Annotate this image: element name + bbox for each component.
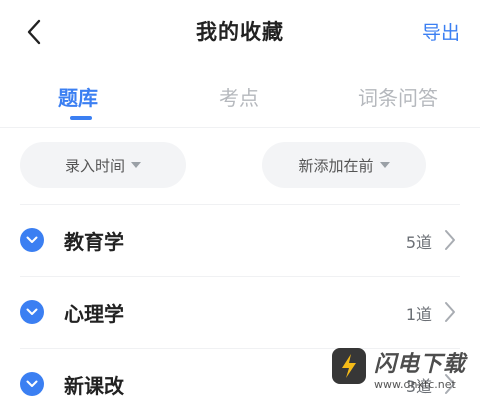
nav-bar: 我的收藏 导出 [0, 0, 480, 64]
export-button[interactable]: 导出 [422, 18, 460, 45]
lightning-logo-icon [332, 348, 366, 384]
tab-key-points[interactable]: 考点 [219, 82, 259, 111]
caret-down-icon [131, 162, 141, 168]
expand-chevron-icon[interactable] [20, 372, 44, 396]
sort-order-dropdown[interactable]: 新添加在前 [262, 142, 426, 188]
chevron-right-icon [445, 230, 455, 250]
watermark-url: www.dnxtc.net [374, 378, 456, 391]
question-count: 1道 [405, 305, 432, 324]
sort-field-dropdown[interactable]: 录入时间 [20, 142, 186, 188]
filter-bar: 录入时间 新添加在前 [0, 140, 480, 192]
watermark-title: 闪电下载 [374, 352, 467, 377]
tab-bar: 题库 考点 词条问答 [0, 76, 480, 124]
watermark: 闪电下载 www.dnxtc.net [330, 346, 470, 402]
expand-chevron-icon[interactable] [20, 300, 44, 324]
divider [20, 204, 460, 205]
list-item[interactable]: 教育学 5道 [0, 204, 480, 276]
tab-question-bank[interactable]: 题库 [58, 82, 98, 111]
sort-order-label: 新添加在前 [298, 156, 374, 175]
divider [0, 127, 480, 128]
tab-active-indicator [70, 116, 92, 120]
caret-down-icon [379, 162, 390, 168]
list-item[interactable]: 心理学 1道 [0, 276, 480, 348]
category-label: 新课改 [64, 374, 124, 398]
expand-chevron-icon[interactable] [20, 228, 44, 252]
tab-term-qa[interactable]: 词条问答 [358, 82, 438, 111]
chevron-right-icon [445, 302, 455, 322]
category-label: 教育学 [64, 230, 124, 254]
divider [20, 276, 460, 277]
page-title: 我的收藏 [196, 20, 284, 44]
question-count: 5道 [405, 233, 432, 252]
category-label: 心理学 [64, 302, 124, 326]
sort-field-label: 录入时间 [64, 156, 125, 175]
